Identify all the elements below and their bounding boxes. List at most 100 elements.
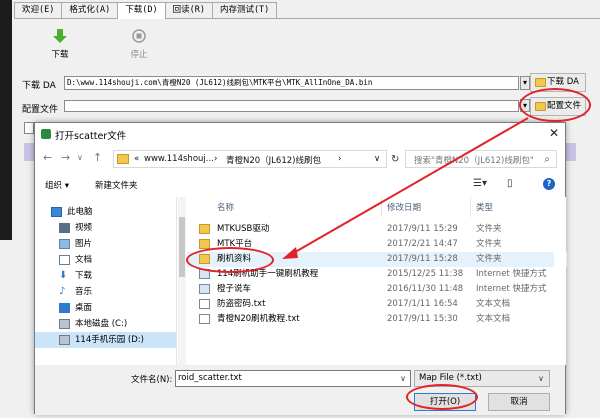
background-table-strip xyxy=(24,143,34,161)
address-crumb-root[interactable]: www.114shouj... xyxy=(144,154,214,164)
nav-item-videos[interactable]: 视频 xyxy=(35,220,176,236)
forward-arrow-icon[interactable]: → xyxy=(61,151,70,164)
filename-value: roid_scatter.txt xyxy=(178,373,242,383)
navigation-scrollbar[interactable] xyxy=(178,197,186,365)
background-table-strip xyxy=(566,143,576,161)
chevron-right-icon[interactable]: › xyxy=(338,154,341,164)
folder-icon xyxy=(199,239,210,249)
filename-label: 文件名(N): xyxy=(131,375,173,385)
chevron-right-icon[interactable]: › xyxy=(214,154,217,164)
file-row[interactable]: 防盗密码.txt 2017/1/11 16:54 文本文档 xyxy=(187,297,567,312)
download-arrow-icon xyxy=(53,29,67,43)
internet-shortcut-icon xyxy=(199,284,210,294)
nav-item-drive-d[interactable]: 114手机乐园 (D:) xyxy=(35,332,176,348)
file-name: 橙子说车 xyxy=(217,284,252,294)
preview-pane-icon[interactable]: ▯ xyxy=(507,178,513,189)
app-icon xyxy=(41,129,51,139)
dialog-title: 打开scatter文件 xyxy=(55,131,127,142)
left-edge-strip xyxy=(0,0,12,240)
file-row[interactable]: MTKUSB驱动 2017/9/11 15:29 文件夹 xyxy=(187,222,567,237)
open-scatter-dialog: 打开scatter文件 ✕ ← → ∨ ↑ « www.114shouj... … xyxy=(34,122,567,415)
column-header-date[interactable]: 修改日期 xyxy=(387,201,421,213)
highlight-ellipse-open xyxy=(406,384,478,410)
nav-item-music[interactable]: ♪ 音乐 xyxy=(35,284,176,300)
nav-label: 此电脑 xyxy=(67,207,93,217)
file-list: 名称 修改日期 类型 MTKUSB驱动 2017/9/11 15:29 文件夹 … xyxy=(187,197,567,365)
refresh-icon[interactable]: ↻ xyxy=(391,154,399,165)
filename-input[interactable]: roid_scatter.txt ∨ xyxy=(175,370,411,387)
file-date: 2015/12/25 11:38 xyxy=(387,269,464,279)
config-file-field[interactable] xyxy=(64,100,519,112)
back-arrow-icon[interactable]: ← xyxy=(43,151,52,164)
file-type: 文本文档 xyxy=(476,314,511,324)
organize-button[interactable]: 组织 ▾ xyxy=(45,179,69,191)
search-field[interactable]: 搜索"青橙N20（JL612)线刷包" ⌕ xyxy=(405,150,557,168)
column-divider[interactable] xyxy=(381,197,382,217)
chevron-down-icon[interactable]: ∨ xyxy=(400,371,406,386)
scrollbar-thumb[interactable] xyxy=(179,217,185,277)
tab-welcome[interactable]: 欢迎(E) xyxy=(14,2,63,18)
nav-label: 114手机乐园 (D:) xyxy=(75,335,144,345)
file-date: 2017/9/11 15:30 xyxy=(387,314,458,324)
dialog-bottom-bar: 文件名(N): roid_scatter.txt ∨ Map File (*.t… xyxy=(35,365,565,415)
download-da-dropdown[interactable]: ▾ xyxy=(520,76,530,90)
drive-icon xyxy=(59,319,70,329)
address-overflow-icon[interactable]: « xyxy=(134,154,139,164)
tab-readback[interactable]: 回读(R) xyxy=(164,2,213,18)
background-panel-edge xyxy=(24,122,34,134)
nav-item-drive-c[interactable]: 本地磁盘 (C:) xyxy=(35,316,176,332)
download-da-button-label: 下载 DA xyxy=(547,77,579,87)
column-divider[interactable] xyxy=(470,197,471,217)
chevron-down-icon[interactable]: ∨ xyxy=(374,154,380,164)
search-icon[interactable]: ⌕ xyxy=(544,154,550,165)
file-type: 文件夹 xyxy=(476,239,502,249)
text-file-icon xyxy=(199,299,210,309)
file-row[interactable]: 橙子说车 2016/11/30 11:48 Internet 快捷方式 xyxy=(187,282,567,297)
file-name: MTKUSB驱动 xyxy=(217,224,270,234)
recent-dropdown-icon[interactable]: ∨ xyxy=(77,153,83,162)
folder-icon xyxy=(117,154,129,164)
nav-item-pictures[interactable]: 图片 xyxy=(35,236,176,252)
nav-item-this-pc[interactable]: 此电脑 xyxy=(35,204,176,220)
dialog-command-bar: 组织 ▾ 新建文件夹 ☰▾ ▯ ? xyxy=(35,173,565,195)
column-header-name[interactable]: 名称 xyxy=(217,201,234,213)
highlight-ellipse-config xyxy=(519,88,591,122)
nav-label: 视频 xyxy=(75,223,93,233)
nav-label: 本地磁盘 (C:) xyxy=(75,319,128,329)
stop-button[interactable]: 停止 xyxy=(119,28,159,60)
file-name: 防盗密码.txt xyxy=(217,299,266,309)
view-options-icon[interactable]: ☰▾ xyxy=(473,178,487,189)
nav-label: 图片 xyxy=(75,239,93,249)
filter-value: Map File (*.txt) xyxy=(419,373,482,383)
organize-label: 组织 xyxy=(45,181,63,191)
nav-item-downloads[interactable]: ⬇ 下载 xyxy=(35,268,176,284)
download-label: 下载 xyxy=(51,50,69,60)
new-folder-button[interactable]: 新建文件夹 xyxy=(95,179,138,191)
tab-memory-test[interactable]: 内存测试(T) xyxy=(211,2,278,18)
folder-icon xyxy=(199,224,210,234)
column-header-type[interactable]: 类型 xyxy=(476,201,493,213)
download-da-path-field[interactable]: D:\www.114shouji.com\青橙N20 (JL612)线刷包\MT… xyxy=(64,76,519,90)
tab-download[interactable]: 下载(D) xyxy=(117,2,166,19)
nav-label: 桌面 xyxy=(75,303,93,313)
chevron-down-icon[interactable]: ∨ xyxy=(538,371,544,386)
address-crumb-folder[interactable]: 青橙N20（JL612)线刷包 xyxy=(226,154,321,166)
address-bar[interactable]: « www.114shouj... › 青橙N20（JL612)线刷包 › ∨ xyxy=(113,150,387,168)
help-icon[interactable]: ? xyxy=(543,178,555,190)
up-arrow-icon[interactable]: ↑ xyxy=(93,151,102,164)
stop-label: 停止 xyxy=(130,50,148,60)
file-row[interactable]: 青橙N20刷机教程.txt 2017/9/11 15:30 文本文档 xyxy=(187,312,567,327)
download-da-label: 下载 DA xyxy=(22,81,56,91)
dialog-nav-row: ← → ∨ ↑ « www.114shouj... › 青橙N20（JL612)… xyxy=(35,147,565,171)
file-list-scrollbar[interactable] xyxy=(554,197,566,365)
nav-item-documents[interactable]: 文档 xyxy=(35,252,176,268)
download-button[interactable]: 下载 xyxy=(40,28,80,60)
cancel-button[interactable]: 取消 xyxy=(488,393,550,411)
search-placeholder: 搜索"青橙N20（JL612)线刷包" xyxy=(414,156,534,166)
tab-format[interactable]: 格式化(A) xyxy=(61,2,119,18)
file-type: 文件夹 xyxy=(476,224,502,234)
close-icon[interactable]: ✕ xyxy=(549,126,559,140)
config-file-label: 配置文件 xyxy=(22,105,59,115)
file-type: 文本文档 xyxy=(476,299,511,309)
nav-item-desktop[interactable]: 桌面 xyxy=(35,300,176,316)
